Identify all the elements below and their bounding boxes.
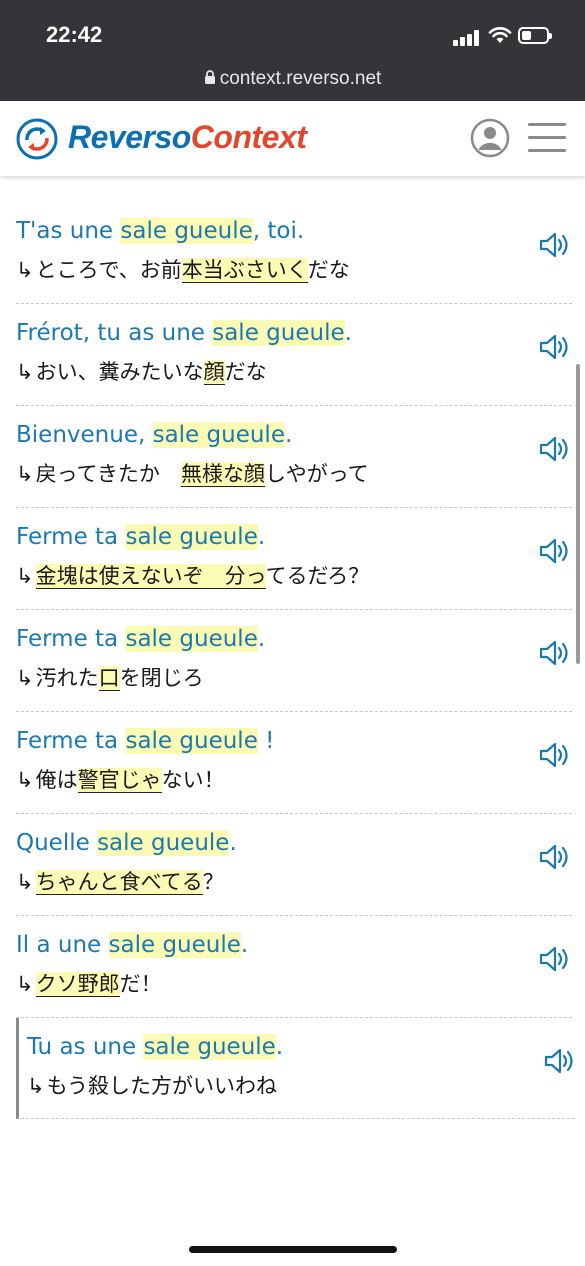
source-sentence: Il a une sale gueule. — [16, 932, 249, 958]
target-sentence: ↳ちゃんと食べてる？ — [16, 870, 224, 895]
target-sentence: ↳もう殺した方がいいわね — [27, 1074, 277, 1098]
speaker-icon[interactable] — [538, 740, 572, 770]
example-row: Bienvenue, sale gueule. ↳戻ってきたか 無様な顔しやがっ… — [16, 406, 572, 508]
logo-wordmark[interactable]: ReversoContext — [68, 119, 307, 156]
target-sentence: ↳ところで、お前本当ぶさいくだな — [16, 258, 350, 283]
target-sentence: ↳戻ってきたか 無様な顔しやがって — [16, 462, 369, 487]
examples-list: T'as une sale gueule, toi. ↳ところで、お前本当ぶさい… — [0, 176, 585, 1266]
source-sentence: Tu as une sale gueule. — [27, 1034, 284, 1060]
reply-arrow-icon: ↳ — [16, 768, 34, 792]
speaker-icon[interactable] — [538, 230, 572, 260]
reply-arrow-icon: ↳ — [16, 870, 34, 894]
source-sentence: Quelle sale gueule. — [16, 830, 237, 856]
target-sentence: ↳おい、糞みたいな顔だな — [16, 360, 267, 385]
source-highlight: sale gueule — [125, 728, 258, 754]
reverso-logo-icon[interactable] — [16, 118, 58, 160]
url-text: context.reverso.net — [219, 68, 382, 89]
battery-icon — [518, 27, 552, 44]
target-sentence: ↳汚れた口を閉じろ — [16, 666, 204, 691]
logo-part-context: Context — [190, 119, 307, 155]
source-highlight: sale gueule — [212, 320, 345, 346]
site-header: ReversoContext — [0, 101, 585, 176]
status-time: 22:42 — [46, 22, 103, 47]
source-highlight: sale gueule — [152, 422, 285, 448]
speaker-icon[interactable] — [543, 1046, 577, 1076]
scrollbar[interactable] — [576, 364, 580, 664]
wifi-icon — [488, 27, 512, 43]
target-sentence: ↳俺は警官じゃない！ — [16, 768, 225, 793]
source-highlight: sale gueule — [120, 218, 253, 244]
target-highlight: 顔 — [203, 360, 225, 385]
reply-arrow-icon: ↳ — [16, 666, 34, 690]
reply-arrow-icon: ↳ — [16, 972, 34, 996]
source-highlight: sale gueule — [125, 626, 258, 652]
target-highlight: 警官じゃ — [77, 768, 162, 793]
example-row: Frérot, tu as une sale gueule. ↳おい、糞みたいな… — [16, 304, 572, 406]
reply-arrow-icon: ↳ — [16, 564, 34, 588]
reply-arrow-icon: ↳ — [16, 258, 34, 282]
logo-part-reverso: Reverso — [68, 119, 191, 155]
source-sentence: Ferme ta sale gueule. — [16, 626, 266, 652]
example-row: T'as une sale gueule, toi. ↳ところで、お前本当ぶさい… — [16, 202, 572, 304]
speaker-icon[interactable] — [538, 332, 572, 362]
target-highlight: 金塊は使えないぞ 分っ — [35, 564, 266, 589]
source-sentence: T'as une sale gueule, toi. — [16, 218, 305, 244]
target-highlight: ちゃんと食べてる — [35, 870, 203, 895]
source-highlight: sale gueule — [125, 524, 258, 550]
reply-arrow-icon: ↳ — [16, 462, 34, 486]
source-sentence: Bienvenue, sale gueule. — [16, 422, 293, 448]
example-row: Il a une sale gueule. ↳クソ野郎だ！ — [16, 916, 572, 1018]
source-sentence: Frérot, tu as une sale gueule. — [16, 320, 352, 346]
source-highlight: sale gueule — [108, 932, 241, 958]
example-row-selected: Tu as une sale gueule. ↳もう殺した方がいいわね — [16, 1018, 575, 1119]
speaker-icon[interactable] — [538, 944, 572, 974]
browser-top-bar: 22:42 context.reverso.net — [0, 0, 585, 101]
source-sentence: Ferme ta sale gueule ! — [16, 728, 275, 754]
source-highlight: sale gueule — [143, 1034, 276, 1060]
example-row: Quelle sale gueule. ↳ちゃんと食べてる？ — [16, 814, 572, 916]
user-icon[interactable] — [470, 118, 510, 158]
lock-icon — [204, 70, 215, 84]
target-highlight: 無様な顔 — [180, 462, 265, 487]
example-row: Ferme ta sale gueule. ↳金塊は使えないぞ 分ってるだろ？ — [16, 508, 572, 610]
hamburger-menu-icon[interactable] — [528, 123, 566, 153]
speaker-icon[interactable] — [538, 638, 572, 668]
example-row: Ferme ta sale gueule. ↳汚れた口を閉じろ — [16, 610, 572, 712]
example-row: Ferme ta sale gueule ! ↳俺は警官じゃない！ — [16, 712, 572, 814]
speaker-icon[interactable] — [538, 434, 572, 464]
target-highlight: 口 — [98, 666, 120, 691]
source-highlight: sale gueule — [97, 830, 230, 856]
reply-arrow-icon: ↳ — [27, 1074, 45, 1098]
target-sentence: ↳クソ野郎だ！ — [16, 972, 162, 997]
home-indicator[interactable] — [189, 1246, 397, 1253]
target-sentence: ↳金塊は使えないぞ 分ってるだろ？ — [16, 564, 370, 589]
speaker-icon[interactable] — [538, 536, 572, 566]
address-bar[interactable]: context.reverso.net — [0, 68, 585, 90]
cellular-signal-icon — [453, 30, 481, 46]
target-highlight: 本当ぶさいく — [181, 258, 308, 283]
reply-arrow-icon: ↳ — [16, 360, 34, 384]
target-highlight: クソ野郎 — [35, 972, 120, 997]
source-sentence: Ferme ta sale gueule. — [16, 524, 266, 550]
speaker-icon[interactable] — [538, 842, 572, 872]
